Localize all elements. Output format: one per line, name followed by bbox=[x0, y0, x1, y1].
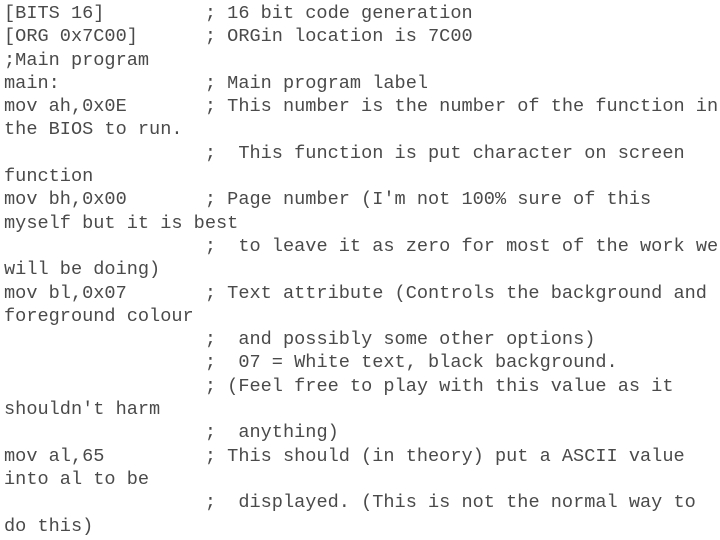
code-line: ; This function is put character on scre… bbox=[4, 142, 696, 188]
code-line: [BITS 16] ; 16 bit code generation bbox=[4, 3, 473, 24]
code-line: mov bh,0x00 ; Page number (I'm not 100% … bbox=[4, 189, 663, 234]
code-line: ; (Feel free to play with this value as … bbox=[4, 375, 685, 421]
code-line: ; anything) bbox=[4, 422, 339, 444]
code-line: [ORG 0x7C00] ; ORGin location is 7C00 bbox=[4, 26, 473, 48]
code-line: mov bl,0x07 ; Text attribute (Controls t… bbox=[4, 282, 719, 327]
code-line: mov ah,0x0E ; This number is the number … bbox=[4, 96, 719, 141]
code-line: ;Main program bbox=[4, 49, 150, 71]
code-listing: [BITS 16] ; 16 bit code generation [ORG 0… bbox=[0, 0, 720, 540]
code-line: main: ; Main program label bbox=[4, 72, 429, 94]
code-line: ; 07 = White text, black background. bbox=[4, 352, 618, 374]
code-line: mov al,65 ; This should (in theory) put … bbox=[4, 445, 696, 490]
code-line: ; to leave it as zero for most of the wo… bbox=[4, 235, 719, 281]
code-line: ; displayed. (This is not the normal way… bbox=[4, 492, 707, 537]
code-line: ; and possibly some other options) bbox=[4, 329, 596, 351]
